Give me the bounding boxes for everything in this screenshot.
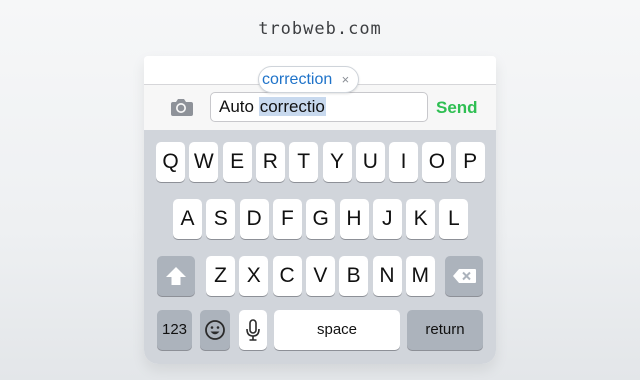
key-l[interactable]: L (439, 199, 469, 239)
key-i[interactable]: I (389, 142, 419, 182)
emoji-key[interactable] (200, 310, 230, 350)
key-b[interactable]: B (339, 256, 369, 296)
key-d[interactable]: D (239, 199, 269, 239)
key-r[interactable]: R (255, 142, 285, 182)
shift-key[interactable] (157, 256, 195, 296)
delete-backspace-icon (453, 269, 476, 283)
key-g[interactable]: G (306, 199, 336, 239)
suggestion-text: correction (262, 71, 333, 88)
key-u[interactable]: U (355, 142, 385, 182)
space-key[interactable]: space (274, 310, 400, 350)
key-n[interactable]: N (372, 256, 402, 296)
microphone-icon (246, 319, 260, 341)
key-f[interactable]: F (272, 199, 302, 239)
keyboard: QWERTYUIOP ASDFGHJKL ZXCVBNM 123 space r… (144, 130, 496, 364)
dismiss-icon[interactable]: × (342, 67, 350, 92)
key-k[interactable]: K (406, 199, 436, 239)
send-button[interactable]: Send (436, 98, 478, 118)
key-m[interactable]: M (405, 256, 435, 296)
key-z[interactable]: Z (206, 256, 235, 296)
key-h[interactable]: H (339, 199, 369, 239)
key-a[interactable]: A (173, 199, 202, 239)
key-e[interactable]: E (222, 142, 252, 182)
delete-key[interactable] (445, 256, 483, 296)
numbers-key[interactable]: 123 (157, 310, 192, 350)
marked-word: correctio (258, 97, 326, 116)
key-j[interactable]: J (372, 199, 402, 239)
shift-arrow-icon (166, 267, 186, 285)
messaging-screen: Auto correctio Send QWERTYUIOP ASDFGHJKL… (144, 56, 496, 364)
key-s[interactable]: S (206, 199, 236, 239)
emoji-smile-icon (205, 320, 225, 340)
key-y[interactable]: Y (322, 142, 352, 182)
typed-text: Auto (219, 97, 259, 116)
message-text-field[interactable]: Auto correctio (210, 92, 428, 122)
key-w[interactable]: W (189, 142, 219, 182)
microphone-key[interactable] (239, 310, 267, 350)
autocorrect-suggestion[interactable]: correction × (258, 66, 360, 93)
return-key[interactable]: return (407, 310, 483, 350)
key-x[interactable]: X (239, 256, 269, 296)
key-q[interactable]: Q (156, 142, 185, 182)
camera-icon[interactable] (169, 98, 193, 116)
key-o[interactable]: O (422, 142, 452, 182)
key-p[interactable]: P (455, 142, 485, 182)
key-v[interactable]: V (305, 256, 335, 296)
key-t[interactable]: T (289, 142, 319, 182)
key-c[interactable]: C (272, 256, 302, 296)
watermark: trobweb.com (258, 19, 382, 39)
